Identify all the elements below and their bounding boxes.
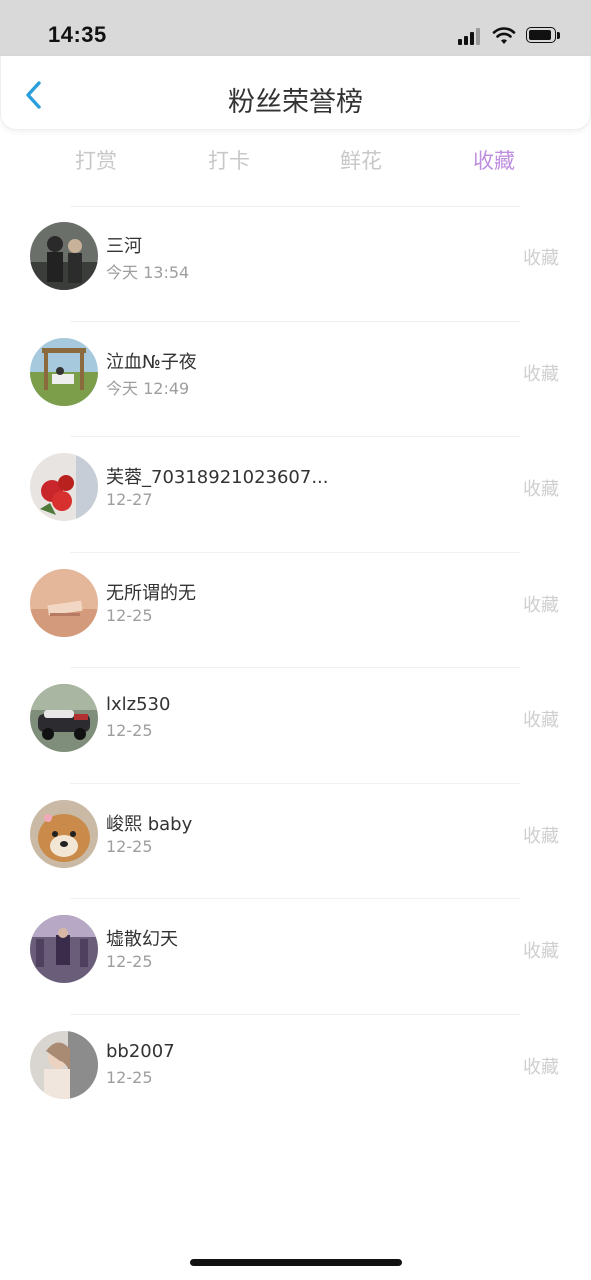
fan-name: bb2007 [106, 1040, 175, 1062]
tab-tip[interactable]: 打赏 [30, 145, 162, 175]
favorite-label: 收藏 [523, 479, 559, 500]
list-item[interactable]: 无所谓的无 12-25 收藏 [0, 553, 591, 668]
page-title: 粉丝荣誉榜 [228, 87, 363, 118]
fan-time: 12-25 [106, 836, 153, 856]
fan-time: 今天 12:49 [106, 378, 190, 398]
fan-name: 泣血№子夜 [106, 351, 197, 373]
favorite-label: 收藏 [523, 594, 559, 616]
fan-name: 无所谓的无 [106, 582, 196, 604]
wifi-icon [492, 27, 516, 44]
fan-name: 芙蓉_70318921023607... [106, 467, 329, 488]
fan-time: 今天 13:54 [106, 263, 190, 282]
list-item[interactable]: bb2007 12-25 收藏 [0, 1015, 591, 1131]
fan-name: 峻熙 baby [106, 813, 193, 835]
avatar [30, 1030, 98, 1099]
fan-list: 三河 今天 13:54 收藏 泣血№子夜 今天 12:49 收藏 芙蓉_7031… [0, 206, 591, 1130]
favorite-label: 收藏 [523, 1056, 559, 1078]
avatar [30, 915, 98, 983]
list-item[interactable]: 芙蓉_70318921023607... 12-27 收藏 [0, 437, 591, 553]
list-item[interactable]: 墟散幻天 12-25 收藏 [0, 899, 591, 1015]
nav-bar: 粉丝荣誉榜 [0, 56, 591, 130]
fan-time: 12-25 [106, 721, 153, 740]
list-item[interactable]: 泣血№子夜 今天 12:49 收藏 [0, 322, 591, 437]
avatar [30, 222, 98, 290]
fan-name: 三河 [106, 236, 142, 257]
tab-checkin[interactable]: 打卡 [163, 145, 295, 175]
fan-name: 墟散幻天 [106, 929, 178, 950]
favorite-label: 收藏 [523, 710, 559, 731]
favorite-label: 收藏 [523, 825, 559, 847]
avatar [30, 568, 98, 637]
tab-flowers[interactable]: 鲜花 [295, 145, 427, 175]
tab-bar: 打赏 打卡 鲜花 收藏 [0, 140, 591, 180]
tab-favorites[interactable]: 收藏 [428, 145, 560, 175]
avatar [30, 799, 98, 868]
avatar [30, 453, 98, 521]
status-time: 14:35 [48, 22, 107, 47]
fan-time: 12-25 [106, 1067, 153, 1087]
list-item[interactable]: 峻熙 baby 12-25 收藏 [0, 784, 591, 899]
avatar [30, 684, 98, 752]
fan-time: 12-27 [106, 490, 153, 509]
cellular-signal-icon [458, 27, 484, 45]
home-indicator [190, 1259, 402, 1266]
avatar [30, 337, 98, 406]
fan-name: lxlz530 [106, 694, 171, 715]
list-item[interactable]: 三河 今天 13:54 收藏 [0, 206, 591, 322]
favorite-label: 收藏 [523, 363, 559, 385]
battery-icon [526, 27, 562, 45]
list-item[interactable]: lxlz530 12-25 收藏 [0, 668, 591, 784]
fan-time: 12-25 [106, 605, 153, 625]
fan-time: 12-25 [106, 952, 153, 971]
favorite-label: 收藏 [523, 248, 559, 269]
favorite-label: 收藏 [523, 941, 559, 962]
status-bar: 14:35 [0, 0, 591, 56]
